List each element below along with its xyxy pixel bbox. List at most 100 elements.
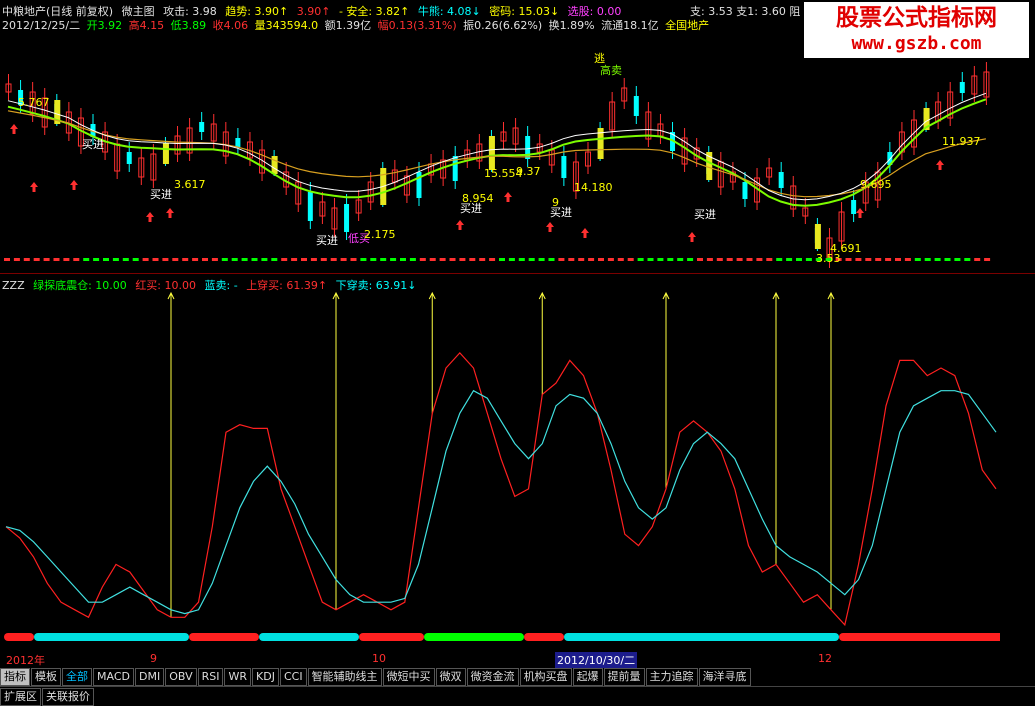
tab-10[interactable]: 智能辅助线主: [307, 668, 382, 686]
signal-dash: [538, 258, 545, 261]
date-tick-label: 2012年: [6, 654, 45, 667]
signal-dash: [310, 258, 317, 261]
signal-dash: [370, 258, 377, 261]
signal-dash: [667, 258, 674, 261]
signal-dash: [627, 258, 634, 261]
signal-dash: [617, 258, 624, 261]
signal-dash: [687, 258, 694, 261]
signal-dash: [93, 258, 100, 261]
signal-dash: [489, 258, 496, 261]
signal-dash: [231, 258, 238, 261]
trend-band: [34, 633, 189, 641]
buy-arrow-icon: [504, 192, 512, 202]
main-annotation: 3.617: [174, 178, 206, 191]
signal-dash: [449, 258, 456, 261]
signal-dash: [409, 258, 416, 261]
signal-dash: [796, 258, 802, 261]
trend-band: [4, 633, 34, 641]
tab-12[interactable]: 微双: [435, 668, 466, 686]
date-axis: 2012年 9 10 2012/10/30/二 12: [0, 652, 1035, 668]
signal-dash: [518, 258, 525, 261]
candle-body: [742, 182, 748, 199]
candle-body: [778, 172, 784, 188]
buy-arrow-icon: [546, 222, 554, 232]
ma-white-line: [7, 92, 987, 201]
bottom-tab-0[interactable]: 扩展区: [0, 688, 41, 706]
signal-dash: [885, 258, 892, 261]
support1-value: 支1: 3.60: [736, 5, 786, 18]
signal-dash: [33, 258, 40, 261]
signal-dash: [73, 258, 80, 261]
tab-0[interactable]: 指标: [0, 668, 30, 686]
signal-dash: [914, 258, 921, 261]
signal-dash: [548, 258, 555, 261]
signal-dash: [330, 258, 337, 261]
volume-candle: [814, 224, 821, 249]
main-chart-pane[interactable]: 5.767买进3.617买进买进 低买2.1758.954买进15.5549.37…: [0, 32, 1000, 272]
main-annotation: 买进: [316, 234, 338, 247]
signal-dash: [142, 258, 149, 261]
tab-8[interactable]: KDJ: [252, 668, 279, 686]
signal-dash: [984, 258, 991, 261]
tab-6[interactable]: RSI: [197, 668, 224, 686]
signal-dash: [380, 258, 387, 261]
main-annotation: 11.937: [942, 135, 981, 148]
date-tick-label: 12: [818, 652, 832, 665]
tab-18[interactable]: 海洋寻底: [698, 668, 751, 686]
series-line-0: [5, 352, 997, 627]
tab-7[interactable]: WR: [224, 668, 252, 686]
tab-14[interactable]: 机构买盘: [519, 668, 572, 686]
signal-dash: [607, 258, 614, 261]
signal-dash: [390, 258, 397, 261]
signal-dash: [211, 258, 218, 261]
signal-dash: [132, 258, 139, 261]
trend-band: [524, 633, 564, 641]
signal-dash: [419, 258, 426, 261]
date-tick-label: 2012/10/30/二: [555, 652, 638, 668]
tab-9[interactable]: CCI: [279, 668, 307, 686]
signal-dash: [400, 258, 406, 261]
quote-open: 开3.92: [86, 19, 123, 32]
signal-dash: [429, 258, 436, 261]
signal-dash: [340, 258, 347, 261]
main-annotation: 14.180: [574, 181, 613, 194]
quote-date: 2012/12/25/二: [2, 19, 81, 32]
trend-band: [359, 633, 424, 641]
signal-dash: [122, 258, 129, 261]
tab-16[interactable]: 提前量: [603, 668, 645, 686]
signal-dash: [776, 258, 783, 261]
tab-11[interactable]: 微短中买: [382, 668, 435, 686]
trend-band: [839, 633, 1000, 641]
tab-3[interactable]: MACD: [93, 668, 134, 686]
tab-1[interactable]: 模板: [31, 668, 61, 686]
tab-13[interactable]: 微资金流: [466, 668, 519, 686]
signal-dash: [4, 258, 10, 261]
signal-dash: [895, 258, 901, 261]
signal-dash: [459, 258, 466, 261]
quote-amount: 额1.39亿: [324, 19, 372, 32]
main-annotation: 买进: [460, 202, 482, 215]
tab-15[interactable]: 起爆: [572, 668, 603, 686]
signal-dash: [647, 258, 654, 261]
signal-dash: [944, 258, 951, 261]
tab-17[interactable]: 主力追踪: [645, 668, 698, 686]
signal-dash: [241, 258, 248, 261]
signal-dash: [578, 258, 585, 261]
signal-dash: [103, 258, 109, 261]
signal-dash: [805, 258, 812, 261]
signal-dash: [261, 258, 268, 261]
signal-dash: [677, 258, 684, 261]
signal-dash: [855, 258, 862, 261]
indicator-chart-pane[interactable]: [0, 290, 1000, 650]
main-annotation: 买进: [550, 206, 572, 219]
tab-5[interactable]: OBV: [165, 668, 197, 686]
signal-dash: [706, 258, 713, 261]
bottom-tab-1[interactable]: 关联报价: [42, 688, 94, 706]
signal-dash: [63, 258, 70, 261]
tab-2[interactable]: 全部: [62, 668, 92, 686]
volume-candle: [162, 143, 169, 164]
signal-dash: [746, 258, 753, 261]
tab-4[interactable]: DMI: [134, 668, 165, 686]
signal-dash: [508, 258, 515, 261]
candle-body: [307, 192, 313, 221]
